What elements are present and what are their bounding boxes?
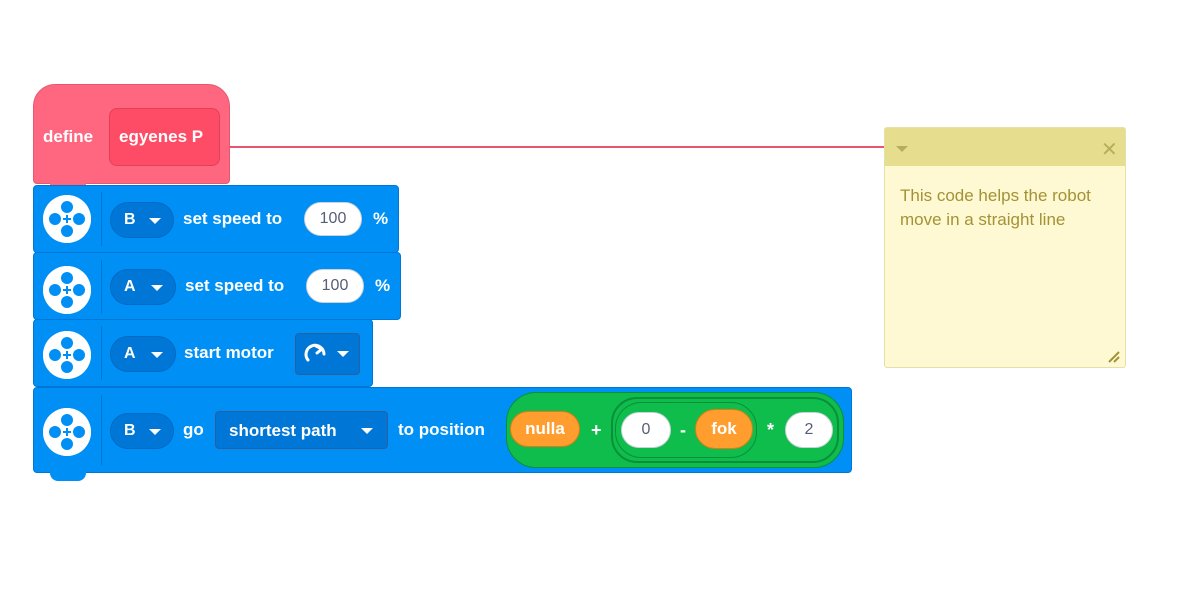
comment-connector-line [229,146,885,148]
port-value: B [124,211,136,228]
motor-icon [43,266,91,314]
motor-icon [43,195,91,243]
unit-label: % [375,276,391,295]
block-divider [101,395,102,465]
resize-handle-icon[interactable] [1107,350,1121,364]
chevron-down-icon [149,429,161,435]
times-operator: * [767,420,775,440]
set-speed-label: set speed to [183,209,283,228]
chevron-down-icon [149,218,161,224]
block-bottom-tab [50,471,86,481]
procedure-name: egyenes P [119,127,204,146]
block-divider [101,326,102,380]
start-motor-label: start motor [184,343,274,362]
variable-reporter[interactable]: fok [695,409,753,449]
collapse-icon[interactable] [896,146,908,152]
motor-icon [43,331,91,379]
number-input[interactable]: 0 [621,412,671,448]
port-value: B [124,422,136,439]
path-option-value: shortest path [229,421,337,440]
block-divider [101,192,102,246]
unit-label: % [373,209,389,228]
to-position-label: to position [398,420,485,439]
port-dropdown[interactable]: A [110,336,176,372]
chevron-down-icon [151,285,163,291]
port-value: A [124,345,136,362]
port-dropdown[interactable]: B [110,413,174,449]
close-icon[interactable]: ✕ [1101,137,1118,162]
comment-header[interactable] [885,128,1125,166]
define-keyword: define [43,127,94,146]
block-divider [101,260,102,314]
number-input[interactable]: 2 [785,412,833,448]
port-value: A [124,278,136,295]
speed-input[interactable]: 100 [304,202,362,236]
minus-operator: - [680,420,686,440]
comment-text[interactable]: This code helps the robot move in a stra… [900,184,1100,232]
plus-operator: + [591,420,602,440]
set-speed-label: set speed to [185,276,285,295]
chevron-down-icon [361,428,373,434]
direction-dropdown[interactable] [295,333,360,375]
chevron-down-icon [151,352,163,358]
go-label: go [183,420,204,439]
path-dropdown[interactable]: shortest path [215,411,388,449]
chevron-down-icon [337,351,349,357]
variable-reporter[interactable]: nulla [510,411,580,447]
speed-input[interactable]: 100 [306,269,364,303]
motor-icon [43,408,91,456]
port-dropdown[interactable]: B [110,202,174,238]
port-dropdown[interactable]: A [110,269,176,305]
clockwise-arrow-icon [304,343,326,362]
